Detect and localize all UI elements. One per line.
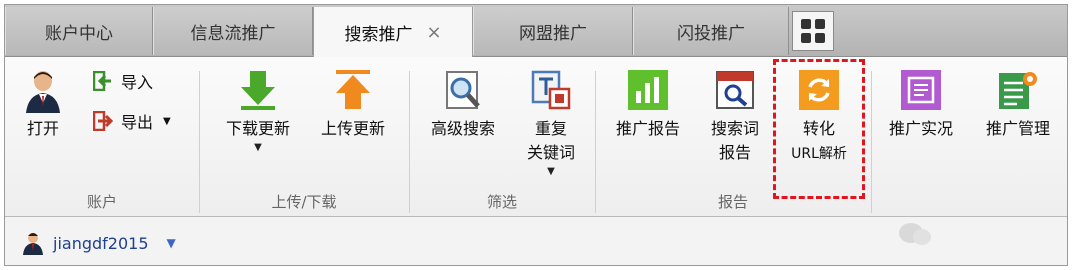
duplicate-keywords-line2: 关键词: [526, 143, 575, 162]
export-icon: [92, 110, 114, 132]
promotion-manage-button[interactable]: 推广管理: [977, 69, 1059, 141]
ribbon-toolbar: 打开 导入 导出 ▼ 账户 下载更新 ▼ 上传更新 上传/下载 高级搜索 重复 …: [5, 57, 1067, 217]
export-button[interactable]: 导出 ▼: [92, 109, 171, 133]
duplicate-keywords-label: 重复 关键词: [527, 117, 575, 165]
tab-feed-promotion[interactable]: 信息流推广: [153, 7, 313, 55]
group-label-reports: 报告: [717, 193, 748, 211]
highlight-box: [773, 59, 865, 199]
tab-bar: 账户中心 信息流推广 搜索推广 × 网盟推广 闪投推广: [5, 5, 1067, 57]
dropdown-arrow-icon: ▼: [254, 142, 262, 153]
import-icon: [92, 70, 113, 92]
user-account-dropdown[interactable]: jiangdf2015 ▼: [21, 231, 176, 255]
promotion-live-button[interactable]: 推广实况: [881, 69, 961, 141]
dropdown-arrow-icon: ▼: [547, 166, 555, 177]
search-term-line1: 搜索词: [710, 119, 759, 138]
duplicate-keyword-icon: [530, 69, 572, 111]
apps-menu-button[interactable]: [792, 11, 834, 51]
export-label: 导出: [121, 113, 154, 132]
tab-label: 网盟推广: [519, 23, 587, 44]
upload-arrow-icon: [332, 69, 374, 111]
duplicate-keywords-button[interactable]: 重复关键词 ▼: [515, 69, 587, 179]
group-divider: [871, 71, 872, 213]
close-icon[interactable]: ×: [426, 22, 441, 43]
upload-update-label: 上传更新: [320, 119, 385, 138]
import-button[interactable]: 导入: [92, 69, 154, 93]
user-avatar-icon: [23, 233, 43, 255]
promotion-report-label: 推广报告: [615, 119, 680, 138]
promotion-report-button[interactable]: 推广报告: [609, 69, 687, 141]
tab-network-promotion[interactable]: 网盟推广: [473, 7, 633, 55]
download-update-button[interactable]: 下载更新 ▼: [213, 69, 303, 155]
dropdown-arrow-icon[interactable]: ▼: [167, 236, 176, 250]
tab-search-promotion[interactable]: 搜索推广 ×: [313, 7, 473, 57]
manage-gear-icon: [997, 69, 1039, 111]
upload-update-button[interactable]: 上传更新: [311, 69, 395, 141]
promotion-manage-label: 推广管理: [985, 119, 1050, 138]
advanced-search-label: 高级搜索: [430, 119, 495, 138]
user-name: jiangdf2015: [53, 233, 149, 253]
download-update-label: 下载更新: [225, 119, 290, 138]
search-term-report-label: 搜索词 报告: [711, 117, 759, 165]
live-view-icon: [900, 69, 942, 111]
tab-account-center[interactable]: 账户中心: [5, 7, 153, 55]
tab-label: 信息流推广: [190, 23, 276, 44]
group-label-transfer: 上传/下载: [271, 193, 337, 211]
dropdown-arrow-icon: ▼: [163, 115, 171, 127]
grid-icon: [801, 19, 825, 43]
import-label: 导入: [121, 73, 154, 92]
app-window: 账户中心 信息流推广 搜索推广 × 网盟推广 闪投推广 打开 导入 导出 ▼ 账…: [4, 4, 1068, 266]
tab-flash-promotion[interactable]: 闪投推广: [633, 7, 789, 55]
search-term-report-button[interactable]: 搜索词 报告: [699, 69, 771, 165]
group-label-filter: 筛选: [486, 193, 517, 211]
tab-label: 搜索推广: [344, 24, 413, 45]
group-label-account: 账户: [86, 193, 117, 211]
search-term-line2: 报告: [718, 143, 751, 162]
status-bar: jiangdf2015 ▼: [5, 217, 1067, 265]
duplicate-keywords-line1: 重复: [534, 119, 567, 138]
magnifier-icon: [442, 69, 484, 111]
advanced-search-button[interactable]: 高级搜索: [419, 69, 507, 141]
tab-label: 闪投推广: [677, 23, 745, 44]
search-report-icon: [714, 69, 756, 111]
open-button[interactable]: 打开: [19, 69, 67, 141]
promotion-live-label: 推广实况: [888, 119, 953, 138]
download-arrow-icon: [237, 69, 279, 111]
user-icon: [22, 69, 64, 113]
bar-chart-icon: [627, 69, 669, 111]
tab-label: 账户中心: [45, 23, 113, 44]
open-label: 打开: [26, 119, 59, 138]
watermark-logo: [898, 221, 1038, 249]
